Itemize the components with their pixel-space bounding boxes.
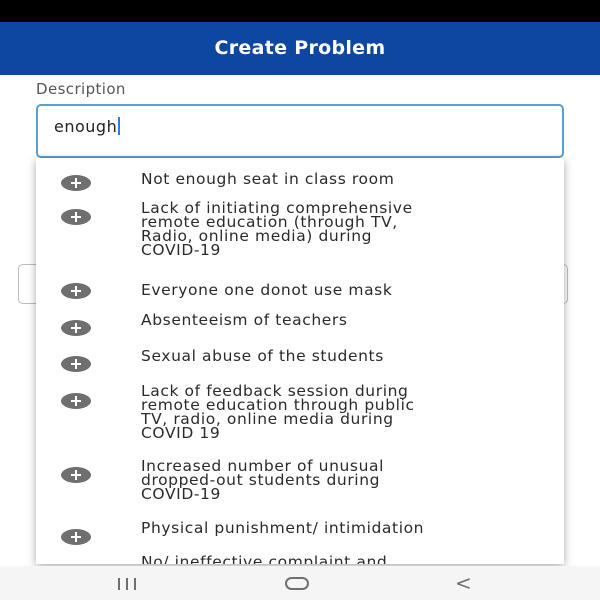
suggestion-line: Physical punishment/ intimidation — [141, 519, 425, 537]
suggestion-text[interactable]: Lack of initiating comprehensive remote … — [141, 200, 541, 259]
description-label: Description — [36, 80, 126, 98]
text-cursor — [118, 117, 121, 135]
home-icon[interactable] — [285, 577, 309, 590]
suggestion-text[interactable]: Absenteeism of teachers — [141, 311, 541, 329]
plus-circle-icon[interactable] — [61, 320, 91, 336]
suggestion-text[interactable]: No/ ineffective complaint and — [141, 553, 541, 564]
recent-apps-icon[interactable] — [118, 578, 138, 590]
plus-circle-icon[interactable] — [61, 393, 91, 409]
suggestion-line: COVID-19 — [141, 241, 221, 259]
navigation-bar: < — [0, 566, 600, 600]
suggestion-text[interactable]: Everyone one donot use mask — [141, 281, 541, 299]
suggestion-dropdown: Not enough seat in class room Lack of in… — [36, 158, 564, 564]
plus-circle-icon[interactable] — [61, 175, 91, 191]
suggestion-line: COVID-19 — [141, 485, 221, 503]
suggestion-line: COVID 19 — [141, 424, 221, 442]
plus-circle-icon[interactable] — [61, 467, 91, 483]
status-bar — [0, 0, 600, 22]
plus-circle-icon[interactable] — [61, 529, 91, 545]
description-text: enough — [54, 117, 118, 136]
plus-circle-icon[interactable] — [61, 209, 91, 225]
suggestion-line: Absenteeism of teachers — [141, 311, 348, 329]
description-input[interactable]: enough — [36, 104, 564, 158]
suggestion-line: No/ ineffective complaint and — [141, 553, 388, 564]
app-header: Create Problem — [0, 22, 600, 75]
suggestion-line: Not enough seat in class room — [141, 170, 395, 188]
suggestion-text[interactable]: Lack of feedback session during remote e… — [141, 383, 541, 442]
suggestion-line: Everyone one donot use mask — [141, 281, 393, 299]
back-icon[interactable]: < — [455, 573, 472, 593]
suggestion-text[interactable]: Physical punishment/ intimidation — [141, 519, 541, 537]
suggestion-text[interactable]: Sexual abuse of the students — [141, 347, 541, 365]
page-title: Create Problem — [214, 37, 386, 59]
plus-circle-icon[interactable] — [61, 356, 91, 372]
suggestion-line: Sexual abuse of the students — [141, 347, 384, 365]
description-input-value[interactable]: enough — [54, 117, 121, 136]
suggestion-text[interactable]: Increased number of unusual dropped-out … — [141, 458, 541, 503]
plus-circle-icon[interactable] — [61, 283, 91, 299]
suggestion-text[interactable]: Not enough seat in class room — [141, 170, 541, 188]
